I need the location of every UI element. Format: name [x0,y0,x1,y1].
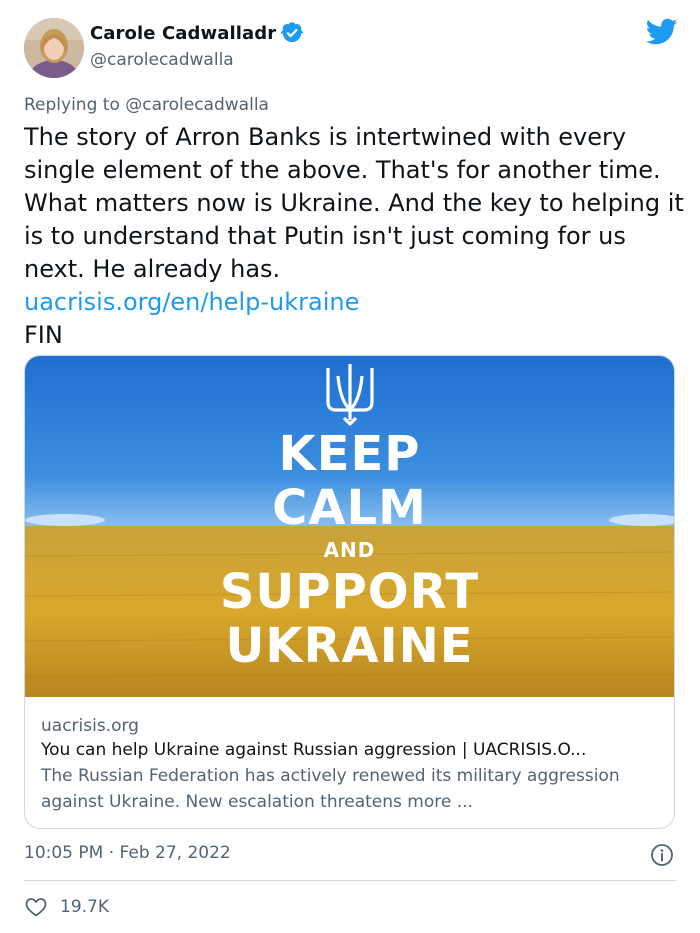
tweet-closing: FIN [24,321,63,349]
poster-line-support: SUPPORT [219,564,480,620]
poster-line-ukraine: UKRAINE [225,618,474,674]
heart-icon[interactable] [24,895,48,919]
replying-to-prefix: Replying to [24,95,126,115]
like-action[interactable]: 19.7K [24,895,109,919]
like-count: 19.7K [60,897,109,917]
tweet-link[interactable]: uacrisis.org/en/help-ukraine [24,286,684,319]
divider [24,880,676,881]
poster-line-keep: KEEP [278,426,421,482]
author-name-row: Carole Cadwalladr [90,22,304,44]
info-icon[interactable] [650,843,674,867]
avatar[interactable] [24,18,84,78]
card-title: You can help Ukraine against Russian agg… [41,740,587,760]
tweet-body: The story of Arron Banks is intertwined … [24,121,684,352]
link-preview-card[interactable]: KEEP CALM AND SUPPORT UKRAINE uacrisis.o… [24,355,675,829]
card-image[interactable]: KEEP CALM AND SUPPORT UKRAINE [25,356,674,697]
replying-to: Replying to @carolecadwalla [24,95,269,115]
twitter-bird-icon[interactable] [646,18,678,46]
author-handle[interactable]: @carolecadwalla [90,50,234,70]
tweet-text: The story of Arron Banks is intertwined … [24,123,684,283]
poster-line-and: AND [323,538,376,562]
tweet-timestamp[interactable]: 10:05 PM · Feb 27, 2022 [24,843,231,863]
author-name[interactable]: Carole Cadwalladr [90,23,276,44]
card-description: The Russian Federation has actively rene… [41,766,620,812]
verified-badge-icon [281,22,304,43]
replying-to-mention[interactable]: @carolecadwalla [125,95,269,115]
card-info[interactable]: uacrisis.org You can help Ukraine agains… [25,697,674,815]
card-domain: uacrisis.org [41,716,139,736]
poster-line-calm: CALM [272,480,427,536]
